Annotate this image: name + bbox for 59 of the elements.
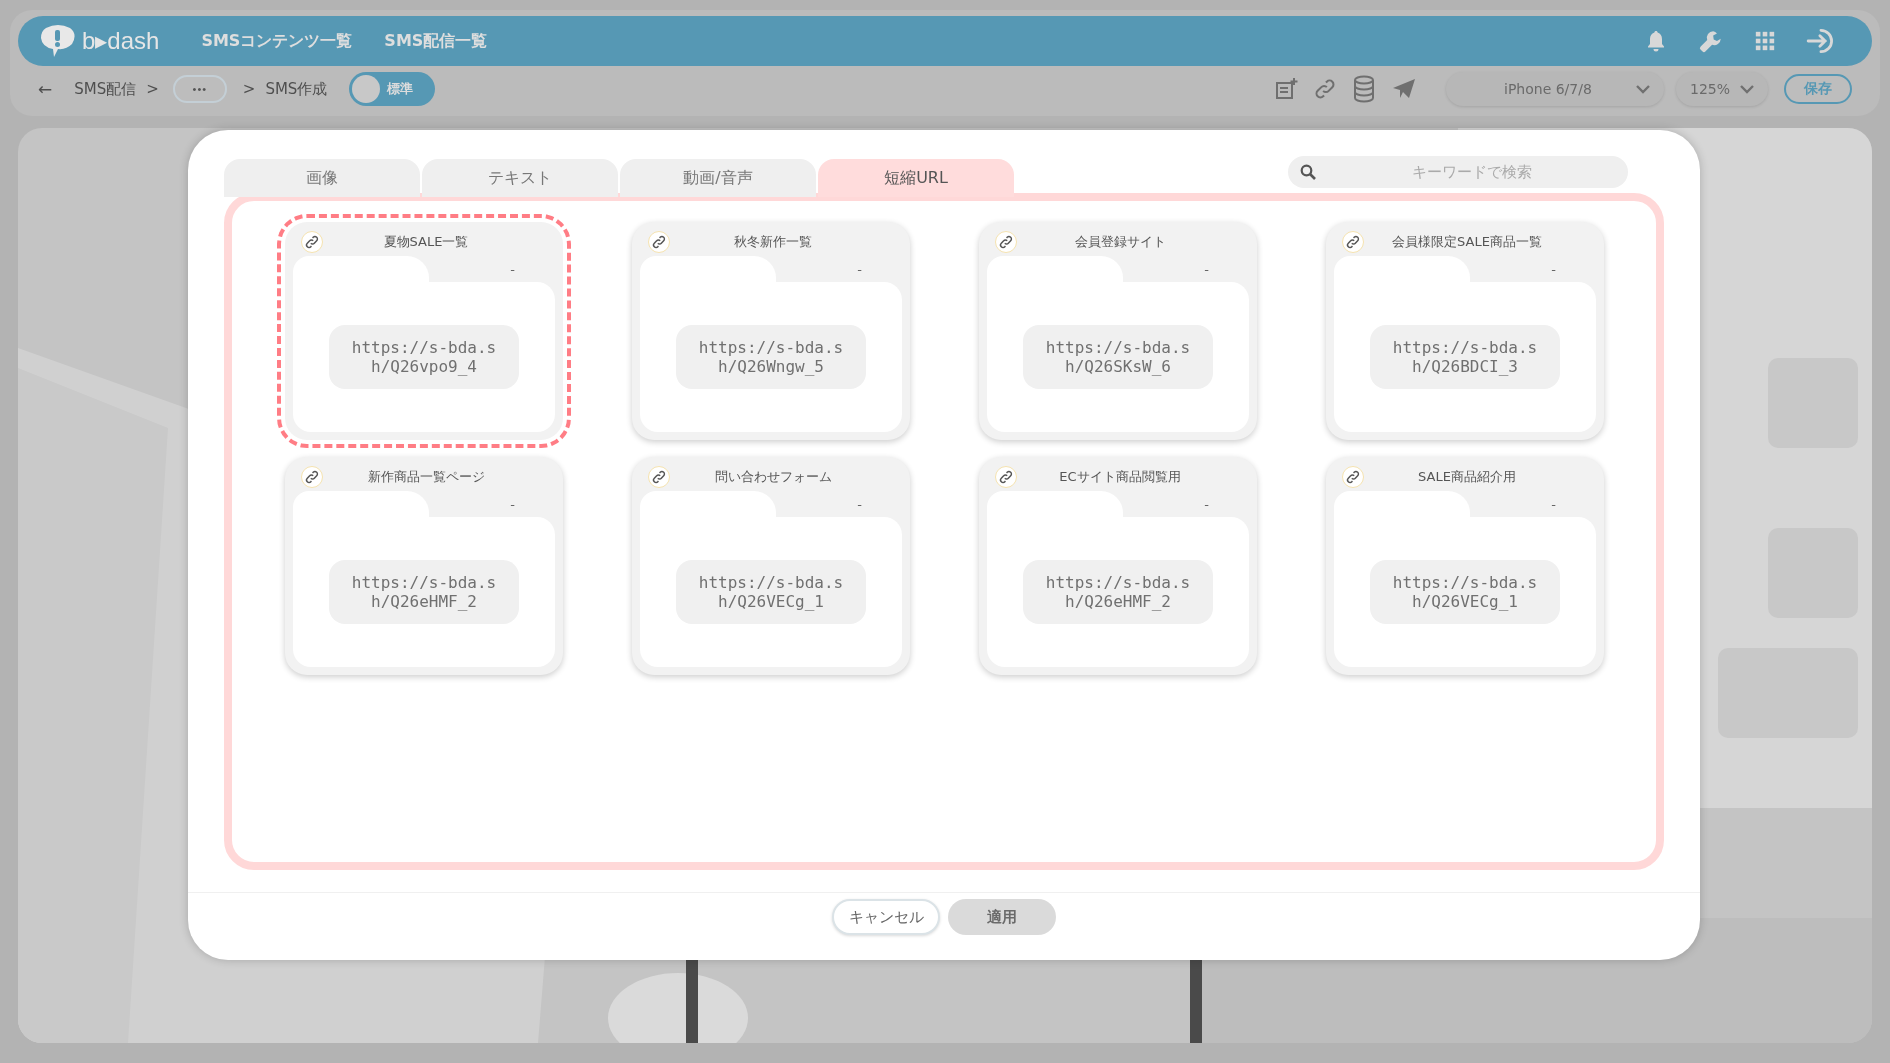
short-url: https://s-bda.sh/Q26eHMF_2 [329, 560, 519, 624]
card-title: SALE商品紹介用 [1417, 468, 1517, 486]
device-select[interactable]: iPhone 6/7/8 [1446, 72, 1664, 106]
short-url: https://s-bda.sh/Q26Wngw_5 [676, 325, 866, 389]
breadcrumb-separator: > [146, 80, 159, 98]
card-description: - [509, 496, 516, 512]
chevron-down-icon [1740, 84, 1754, 94]
card-title: 秋冬新作一覧 [733, 233, 813, 251]
short-url: https://s-bda.sh/Q26SKsW_6 [1023, 325, 1213, 389]
link-icon [995, 231, 1017, 253]
search-icon [1300, 164, 1316, 180]
link-icon [648, 231, 670, 253]
breadcrumb-link[interactable]: SMS配信 [74, 79, 137, 99]
link-icon [301, 231, 323, 253]
more-button[interactable]: ••• [172, 75, 227, 103]
short-url: https://s-bda.sh/Q26VECg_1 [1370, 560, 1560, 624]
zoom-select[interactable]: 125% [1676, 72, 1768, 106]
card-title: 問い合わせフォーム [713, 468, 833, 486]
link-icon [648, 466, 670, 488]
card-title: 新作商品一覧ページ [366, 468, 486, 486]
card-description: - [856, 261, 863, 277]
nav-link[interactable]: SMS配信一覧 [384, 30, 488, 52]
card-description: - [1550, 261, 1557, 277]
tab[interactable]: 動画/音声 [620, 159, 816, 197]
wrench-icon[interactable] [1698, 28, 1724, 54]
note-add-icon[interactable] [1274, 77, 1298, 101]
card-description: - [1203, 261, 1210, 277]
search-field[interactable]: キーワードで検索 [1288, 156, 1628, 188]
tab[interactable]: テキスト [422, 159, 618, 197]
tab[interactable]: 画像 [224, 159, 420, 197]
nav-link[interactable]: SMSコンテンツ一覧 [201, 30, 353, 52]
tab[interactable]: 短縮URL [818, 159, 1014, 197]
card-title: 会員登録サイト [1073, 233, 1167, 251]
mode-toggle[interactable]: 標準 [349, 72, 436, 106]
logo-text[interactable]: b▸dash [82, 27, 160, 55]
back-arrow[interactable]: ← [38, 79, 53, 99]
link-icon[interactable] [1314, 78, 1336, 100]
link-icon [1342, 466, 1364, 488]
card-description: - [856, 496, 863, 512]
link-icon [1342, 231, 1364, 253]
card-description: - [1550, 496, 1557, 512]
chevron-down-icon [1636, 84, 1650, 94]
short-url: https://s-bda.sh/Q26eHMF_2 [1023, 560, 1213, 624]
card-title: 夏物SALE一覧 [382, 233, 470, 251]
card-description: - [1203, 496, 1210, 512]
short-url: https://s-bda.sh/Q26VECg_1 [676, 560, 866, 624]
cancel-button[interactable]: キャンセル [832, 899, 940, 935]
grid-icon[interactable] [1754, 30, 1776, 52]
short-url: https://s-bda.sh/Q26BDCI_3 [1370, 325, 1560, 389]
link-icon [995, 466, 1017, 488]
card-title: 会員様限定SALE商品一覧 [1391, 233, 1543, 251]
database-icon[interactable] [1352, 75, 1376, 103]
card-description: - [509, 261, 516, 277]
breadcrumb-current: SMS作成 [265, 79, 328, 99]
short-url: https://s-bda.sh/Q26vpo9_4 [329, 325, 519, 389]
card-title: ECサイト商品閲覧用 [1058, 468, 1182, 486]
speech-bubble-icon [38, 24, 78, 58]
breadcrumb-separator: > [242, 80, 256, 98]
link-icon [301, 466, 323, 488]
